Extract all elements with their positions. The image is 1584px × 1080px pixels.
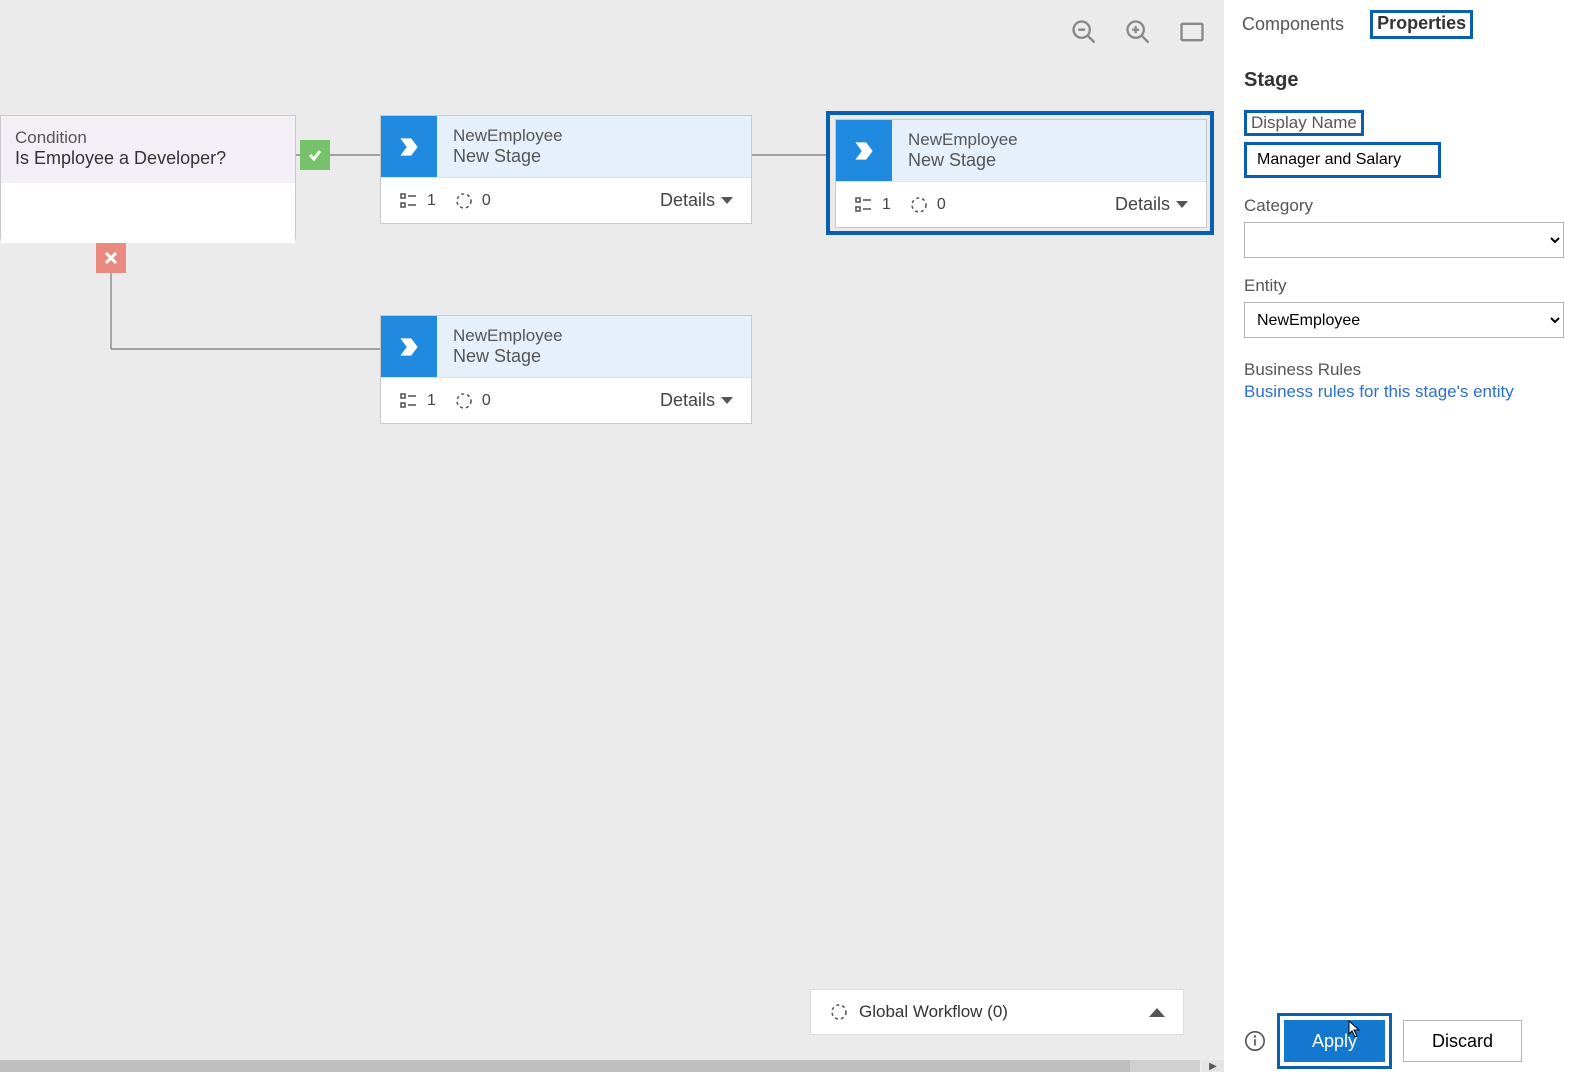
zoom-out-icon[interactable] (1070, 18, 1098, 46)
designer-canvas[interactable]: Condition Is Employee a Developer? NewEm… (0, 0, 1224, 1072)
category-label: Category (1244, 196, 1564, 216)
chevron-down-icon (1176, 201, 1188, 208)
stage-icon-box (381, 316, 437, 377)
stage-icon (851, 138, 877, 164)
close-icon (103, 250, 119, 266)
global-workflow-panel[interactable]: Global Workflow (0) (810, 989, 1184, 1035)
steps-count: 1 (882, 196, 891, 214)
branch-yes-badge (300, 140, 330, 170)
display-name-input[interactable] (1244, 142, 1441, 178)
details-toggle[interactable]: Details (660, 390, 733, 411)
steps-icon (399, 191, 419, 211)
steps-count: 1 (427, 192, 436, 210)
condition-node[interactable]: Condition Is Employee a Developer? (0, 115, 296, 239)
fit-to-screen-icon[interactable] (1178, 18, 1206, 46)
display-name-label: Display Name (1244, 110, 1364, 136)
scroll-right-arrow[interactable]: ▶ (1202, 1060, 1224, 1072)
triggers-icon (454, 391, 474, 411)
chevron-down-icon (721, 197, 733, 204)
triggers-icon (454, 191, 474, 211)
stage-node-no[interactable]: NewEmployee New Stage 1 0 Details (380, 315, 752, 424)
business-rules-label: Business Rules (1244, 360, 1564, 380)
triggers-count: 0 (937, 196, 946, 214)
tab-components[interactable]: Components (1240, 10, 1346, 39)
stage-name-label: New Stage (453, 346, 563, 367)
properties-pane: Components Properties Stage Display Name… (1224, 0, 1584, 1080)
stage-node-selected[interactable]: NewEmployee New Stage 1 0 Details (835, 119, 1207, 228)
stage-entity-label: NewEmployee (453, 126, 563, 146)
stage-icon (396, 334, 422, 360)
canvas-toolbar (1070, 18, 1206, 46)
apply-button[interactable]: Apply (1284, 1020, 1385, 1062)
info-icon[interactable] (1244, 1030, 1266, 1052)
chevron-down-icon (721, 397, 733, 404)
stage-entity-label: NewEmployee (453, 326, 563, 346)
triggers-count: 0 (482, 392, 491, 410)
steps-icon (399, 391, 419, 411)
zoom-in-icon[interactable] (1124, 18, 1152, 46)
condition-title: Condition (15, 128, 281, 148)
stage-name-label: New Stage (908, 150, 1018, 171)
discard-button[interactable]: Discard (1403, 1020, 1522, 1062)
global-workflow-label: Global Workflow (0) (859, 1002, 1008, 1022)
entity-select[interactable]: NewEmployee (1244, 302, 1564, 338)
branch-no-badge (96, 243, 126, 273)
stage-node-yes[interactable]: NewEmployee New Stage 1 0 Details (380, 115, 752, 224)
workflow-icon (829, 1002, 849, 1022)
checkmark-icon (307, 147, 323, 163)
stage-icon-box (836, 120, 892, 181)
triggers-icon (909, 195, 929, 215)
category-select[interactable] (1244, 222, 1564, 258)
stage-entity-label: NewEmployee (908, 130, 1018, 150)
tab-properties[interactable]: Properties (1370, 10, 1473, 39)
stage-icon (396, 134, 422, 160)
triggers-count: 0 (482, 192, 491, 210)
details-toggle[interactable]: Details (660, 190, 733, 211)
side-tabs: Components Properties (1224, 0, 1584, 39)
entity-label: Entity (1244, 276, 1564, 296)
condition-text: Is Employee a Developer? (15, 148, 281, 169)
horizontal-scrollbar[interactable] (0, 1060, 1200, 1072)
panel-section-title: Stage (1244, 69, 1564, 92)
details-toggle[interactable]: Details (1115, 194, 1188, 215)
steps-count: 1 (427, 392, 436, 410)
chevron-up-icon (1149, 1008, 1165, 1017)
business-rules-link[interactable]: Business rules for this stage's entity (1244, 382, 1564, 402)
stage-icon-box (381, 116, 437, 177)
stage-name-label: New Stage (453, 146, 563, 167)
steps-icon (854, 195, 874, 215)
